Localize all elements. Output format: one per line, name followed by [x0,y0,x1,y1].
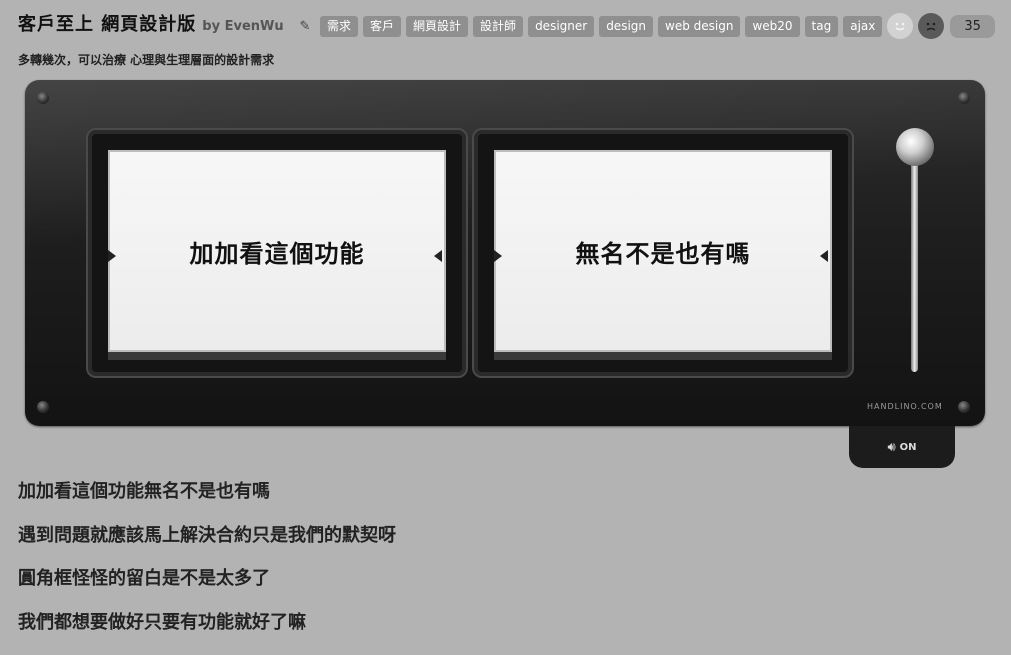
brand-label: HANDLINO.COM [867,402,943,411]
result-line: 圓角框怪怪的留白是不是太多了 [18,568,396,612]
tag-item[interactable]: ajax [843,16,882,37]
smiley-face-icon[interactable] [887,13,913,39]
tag-item[interactable]: 網頁設計 [406,16,468,37]
reel-marker-right [820,250,828,262]
reel-shadow [494,352,832,360]
tag-item[interactable]: tag [805,16,839,37]
result-line: 遇到問題就應該馬上解決合約只是我們的默契呀 [18,525,396,569]
tag-item[interactable]: web20 [745,16,799,37]
left-reel: 加加看這個功能 [86,128,468,378]
reel-marker-right [434,250,442,262]
left-reel-card: 加加看這個功能 [108,150,446,352]
tag-item[interactable]: web design [658,16,740,37]
lever-knob[interactable] [896,128,934,166]
tag-item[interactable]: 設計師 [473,16,523,37]
right-reel-card: 無名不是也有嗎 [494,150,832,352]
right-reel: 無名不是也有嗎 [472,128,854,378]
results-list: 加加看這個功能無名不是也有嗎 遇到問題就應該馬上解決合約只是我們的默契呀 圓角框… [18,481,396,655]
screw-icon [958,401,970,413]
right-reel-text: 無名不是也有嗎 [576,234,751,269]
sad-face-icon[interactable] [918,13,944,39]
tag-item[interactable]: designer [528,16,594,37]
tag-item[interactable]: 需求 [320,16,358,37]
result-line: 加加看這個功能無名不是也有嗎 [18,481,396,525]
screw-icon [37,401,49,413]
sound-status: ON [900,442,917,453]
lever-track[interactable] [911,158,918,372]
page-subtitle: 多轉幾次，可以治療 心理與生理層面的設計需求 [18,51,274,68]
tag-item[interactable]: 客戶 [363,16,401,37]
speaker-icon: 🔊︎ [887,440,895,455]
pencil-icon[interactable]: ✎ [297,18,313,34]
screw-icon [37,92,49,104]
author-byline[interactable]: by EvenWu [202,19,283,34]
reel-shadow [108,352,446,360]
reel-marker-left [108,250,116,262]
sound-toggle[interactable]: 🔊︎ ON [849,426,955,468]
result-line: 我們都想要做好只要有功能就好了嘛 [18,612,396,655]
tag-item[interactable]: design [599,16,653,37]
left-reel-text: 加加看這個功能 [190,234,365,269]
reel-marker-left [494,250,502,262]
page-header: 客戶至上 網頁設計版 by EvenWu [18,10,284,36]
slot-machine: 加加看這個功能 無名不是也有嗎 HANDLINO.COM [25,80,985,426]
page-title: 客戶至上 網頁設計版 [18,10,196,36]
tag-bar: ✎ 需求 客戶 網頁設計 設計師 designer design web des… [297,13,995,39]
vote-count-badge: 35 [950,15,995,38]
screw-icon [958,92,970,104]
